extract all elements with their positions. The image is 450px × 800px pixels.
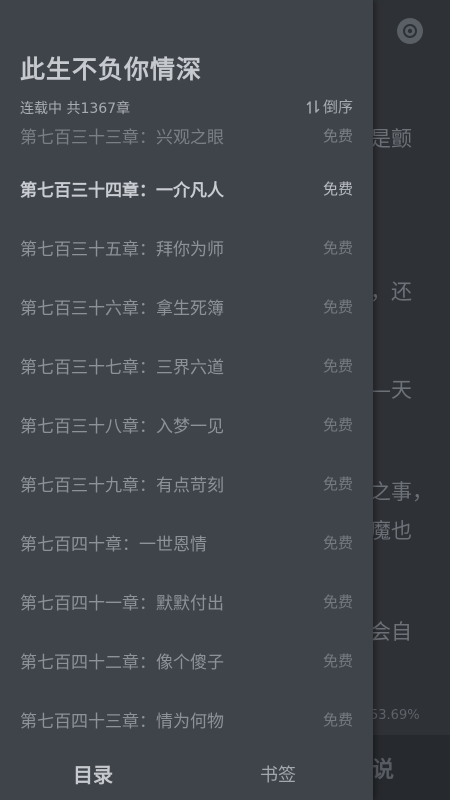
- free-badge: 免费: [322, 593, 353, 611]
- free-badge: 免费: [322, 416, 353, 434]
- chapter-item[interactable]: 第七百三十五章：拜你为师 免费: [0, 227, 373, 267]
- chapter-item[interactable]: 第七百四十二章：像个傻子 免费: [0, 640, 373, 680]
- reader-text-fragment: 之事，: [370, 480, 433, 504]
- screen: 是颤 ，还 —天 之事， 魔也 会自 53.69% 说 此生不负你情深 连载中 …: [0, 0, 450, 800]
- chapter-item-current[interactable]: 第七百三十四章：一介凡人 免费: [0, 168, 373, 208]
- chapter-item[interactable]: 第七百三十八章：入梦一见 免费: [0, 404, 373, 444]
- drawer-tab-bar: 目录 书签: [0, 743, 373, 800]
- reading-progress: 53.69%: [370, 708, 420, 723]
- chapter-title: 第七百四十一章：默默付出: [20, 594, 224, 614]
- chapter-title: 第七百四十二章：像个傻子: [20, 653, 224, 673]
- sort-order-label: 倒序: [322, 98, 353, 116]
- free-badge: 免费: [322, 180, 353, 198]
- chapter-item[interactable]: 第七百四十一章：默默付出 免费: [0, 581, 373, 621]
- chapter-title: 第七百四十章：一世恩情: [20, 535, 207, 555]
- chapter-item[interactable]: 第七百三十七章：三界六道 免费: [0, 345, 373, 385]
- chapter-title: 第七百三十九章：有点苛刻: [20, 476, 224, 496]
- reader-text-fragment: 会自: [370, 620, 412, 644]
- free-badge: 免费: [322, 711, 353, 729]
- book-title: 此生不负你情深: [20, 55, 203, 84]
- tab-table-of-contents[interactable]: 目录: [73, 759, 113, 788]
- chapter-item[interactable]: 第七百三十三章：兴观之眼 免费: [0, 125, 373, 155]
- toc-drawer: 此生不负你情深 连载中 共1367章 倒序 第七百三十三章：兴观之眼 免费 第七…: [0, 0, 373, 800]
- free-badge: 免费: [322, 652, 353, 670]
- tab-bookmarks[interactable]: 书签: [260, 761, 296, 787]
- reader-text-fragment: 是颤: [370, 127, 412, 151]
- free-badge: 免费: [322, 357, 353, 375]
- reader-text-fragment: ，还: [370, 280, 412, 304]
- free-badge: 免费: [322, 239, 353, 257]
- chapter-list[interactable]: 第七百三十三章：兴观之眼 免费 第七百三十四章：一介凡人 免费 第七百三十五章：…: [0, 125, 373, 745]
- chapter-title: 第七百三十三章：兴观之眼: [20, 128, 224, 148]
- reader-text-fragment: 魔也: [370, 519, 412, 543]
- free-badge: 免费: [322, 298, 353, 316]
- book-status: 连载中 共1367章: [20, 101, 131, 117]
- chapter-title: 第七百三十八章：入梦一见: [20, 417, 224, 437]
- chapter-item[interactable]: 第七百四十章：一世恩情 免费: [0, 522, 373, 562]
- chapter-item[interactable]: 第七百四十三章：情为何物 免费: [0, 699, 373, 739]
- chapter-item[interactable]: 第七百三十九章：有点苛刻 免费: [0, 463, 373, 503]
- free-badge: 免费: [322, 127, 353, 145]
- sort-arrows-icon: [306, 99, 320, 115]
- chapter-title: 第七百四十三章：情为何物: [20, 712, 224, 732]
- free-badge: 免费: [322, 475, 353, 493]
- chapter-item[interactable]: 第七百三十六章：拿生死簿 免费: [0, 286, 373, 326]
- reader-bottom-label[interactable]: 说: [372, 752, 394, 784]
- reader-text-fragment: —天: [370, 378, 412, 402]
- chapter-title: 第七百三十七章：三界六道: [20, 358, 224, 378]
- reader-settings-icon[interactable]: [397, 18, 423, 44]
- chapter-title: 第七百三十四章：一介凡人: [20, 181, 224, 201]
- sort-order-button[interactable]: 倒序: [306, 96, 353, 117]
- free-badge: 免费: [322, 534, 353, 552]
- chapter-title: 第七百三十六章：拿生死簿: [20, 299, 224, 319]
- chapter-title: 第七百三十五章：拜你为师: [20, 240, 224, 260]
